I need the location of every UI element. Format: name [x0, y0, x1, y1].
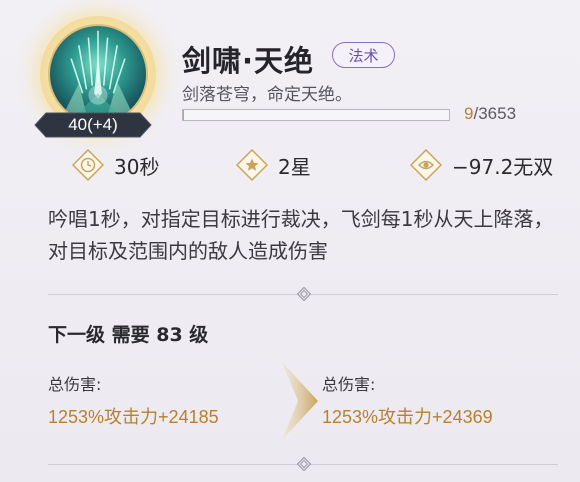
next-level-requirement: 下一级 需要 83 级 — [48, 324, 209, 346]
stat-star-value: 2星 — [278, 154, 311, 179]
clock-icon — [72, 149, 104, 181]
skill-exp-fill — [183, 110, 184, 120]
stat-cooldown: 30秒 — [72, 149, 159, 181]
skill-level-text: 40(+4) — [68, 115, 118, 134]
next-damage-label: 总伤害: — [322, 375, 376, 394]
divider-gem-icon — [297, 287, 311, 301]
skill-exp-bar — [182, 109, 450, 121]
skill-type-tag: 法术 — [332, 42, 395, 68]
stat-wushuang: −97.2无双 — [410, 149, 553, 181]
skill-detail-panel: 40(+4) 剑啸·天绝 法术 剑落苍穹，命定天绝。 9/3653 30秒 2星 — [0, 0, 580, 482]
current-damage-value: 1253%攻击力+24185 — [48, 407, 219, 427]
skill-subtitle: 剑落苍穹，命定天绝。 — [182, 85, 352, 105]
divider-gem-icon — [297, 457, 311, 471]
eye-icon — [410, 149, 442, 181]
upgrade-arrow-icon — [282, 362, 318, 440]
sword-rain-skill-icon — [48, 24, 148, 124]
stat-wushuang-value: −97.2无双 — [452, 154, 554, 179]
stat-cooldown-value: 30秒 — [114, 154, 160, 179]
stat-star: 2星 — [236, 149, 311, 181]
next-damage-value: 1253%攻击力+24369 — [322, 407, 493, 427]
skill-level-badge: 40(+4) — [34, 112, 152, 138]
star-icon — [236, 149, 268, 181]
exp-max: 3653 — [478, 104, 517, 123]
skill-description: 吟唱1秒，对指定目标进行裁决，飞剑每1秒从天上降落，对目标及范围内的敌人造成伤害 — [48, 207, 554, 263]
skill-name: 剑啸·天绝 — [182, 44, 315, 78]
current-damage-label: 总伤害: — [48, 375, 102, 394]
skill-exp-text: 9/3653 — [464, 104, 516, 124]
